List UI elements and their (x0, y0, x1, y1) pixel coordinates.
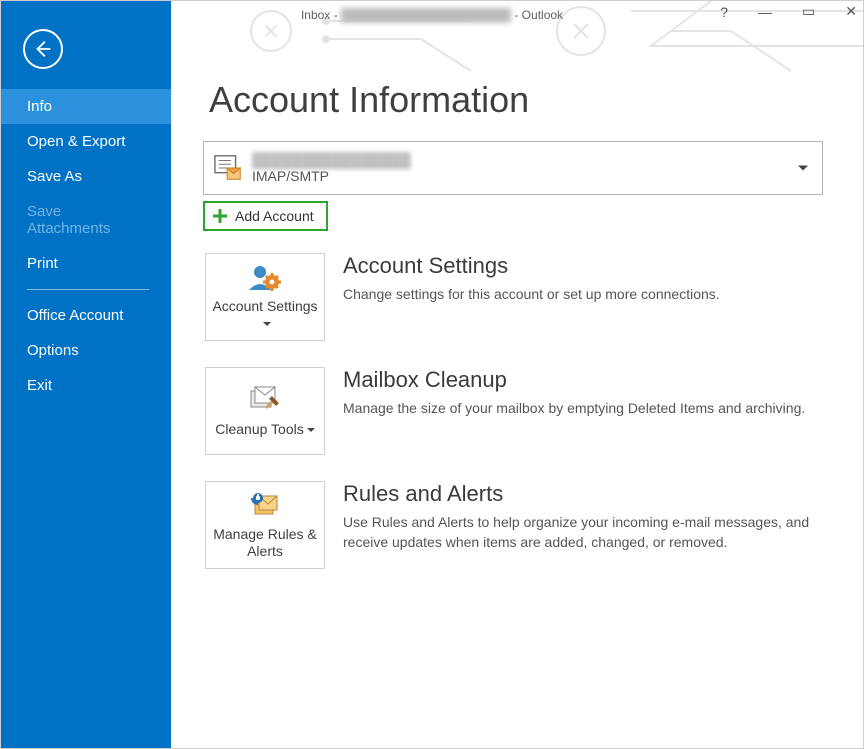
sidebar-divider (27, 289, 149, 290)
sidebar-item-save-attachments: Save Attachments (1, 194, 171, 246)
chevron-down-icon (307, 428, 315, 432)
section-mailbox-cleanup: Cleanup Tools Mailbox Cleanup Manage the… (205, 367, 823, 455)
add-account-label: Add Account (235, 208, 314, 224)
section-account-settings: Account Settings Account Settings Change… (205, 253, 823, 341)
account-settings-button[interactable]: Account Settings (205, 253, 325, 341)
sidebar-item-print[interactable]: Print (1, 246, 171, 281)
account-type: IMAP/SMTP (252, 168, 411, 184)
sidebar-item-save-as[interactable]: Save As (1, 159, 171, 194)
backstage-sidebar: Info Open & Export Save As Save Attachme… (1, 1, 171, 748)
cleanup-tools-button[interactable]: Cleanup Tools (205, 367, 325, 455)
sidebar-item-exit[interactable]: Exit (1, 368, 171, 403)
section-description: Use Rules and Alerts to help organize yo… (343, 513, 823, 552)
back-arrow-icon (32, 38, 54, 60)
section-heading: Rules and Alerts (343, 481, 823, 507)
rules-alerts-icon (247, 490, 283, 520)
chevron-down-icon (263, 322, 271, 326)
mail-account-icon (214, 153, 244, 183)
section-description: Manage the size of your mailbox by empty… (343, 399, 805, 419)
account-name: ████████████████ (252, 152, 411, 168)
page-title: Account Information (171, 1, 863, 141)
sidebar-item-open-export[interactable]: Open & Export (1, 124, 171, 159)
section-heading: Account Settings (343, 253, 720, 279)
account-settings-icon (247, 262, 283, 292)
back-button[interactable] (23, 29, 63, 69)
account-dropdown[interactable]: ████████████████ IMAP/SMTP (203, 141, 823, 195)
chevron-down-icon (798, 166, 808, 171)
plus-icon (211, 207, 229, 225)
sidebar-item-info[interactable]: Info (1, 89, 171, 124)
section-rules-alerts: Manage Rules & Alerts Rules and Alerts U… (205, 481, 823, 569)
section-description: Change settings for this account or set … (343, 285, 720, 305)
manage-rules-alerts-button[interactable]: Manage Rules & Alerts (205, 481, 325, 569)
cleanup-tools-icon (247, 385, 283, 415)
sidebar-item-options[interactable]: Options (1, 333, 171, 368)
section-heading: Mailbox Cleanup (343, 367, 805, 393)
content-area: Account Information ████████████████ IMA… (171, 1, 863, 748)
sidebar-item-office-account[interactable]: Office Account (1, 298, 171, 333)
add-account-button[interactable]: Add Account (203, 201, 328, 231)
